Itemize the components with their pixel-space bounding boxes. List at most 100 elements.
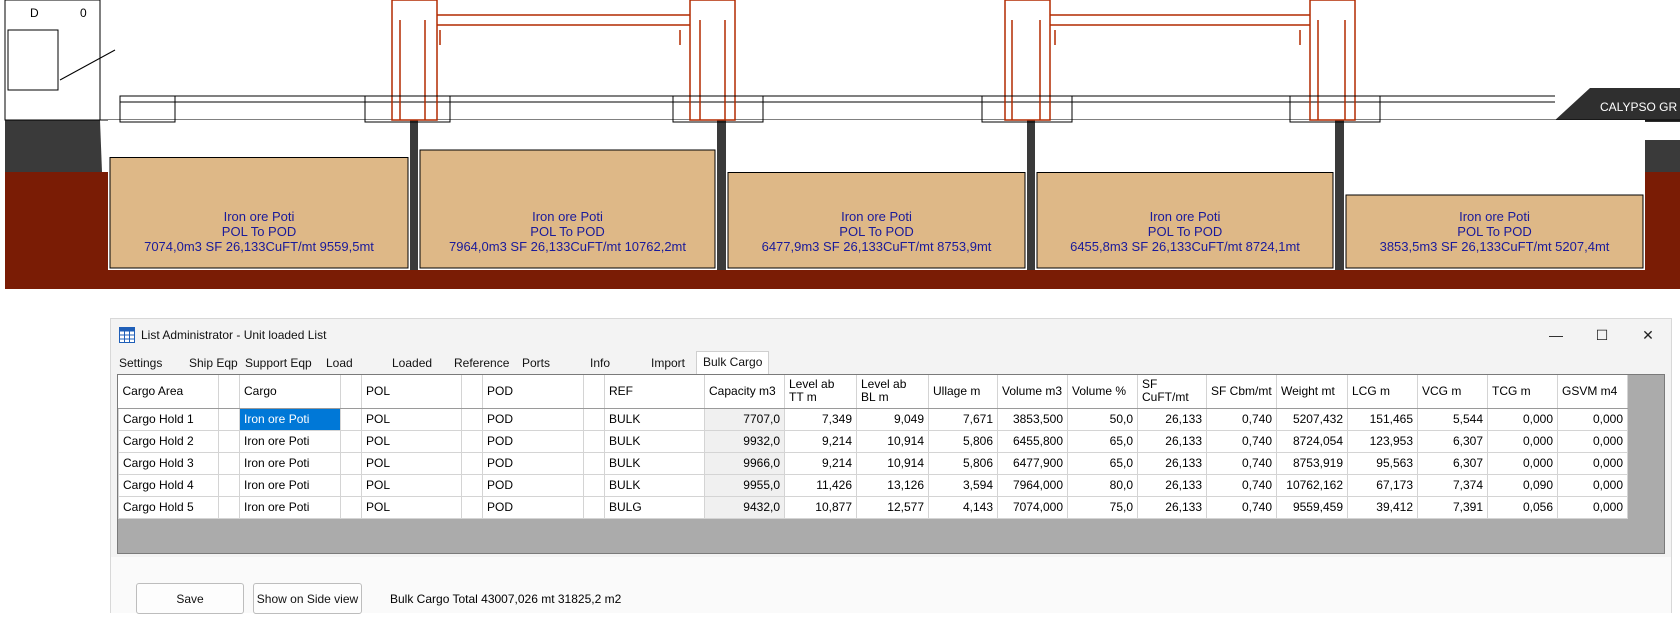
table-cell[interactable]: 26,133 (1137, 451, 1207, 475)
table-cell[interactable]: 9559,459 (1276, 495, 1348, 519)
capacity-cell[interactable]: 7707,0 (704, 407, 785, 431)
column-header[interactable]: SF Cbm/mt (1206, 375, 1277, 409)
cell-dropdown-button[interactable] (583, 473, 605, 497)
table-cell[interactable]: POL (361, 473, 462, 497)
table-cell[interactable]: 67,173 (1347, 473, 1418, 497)
close-button[interactable]: ✕ (1625, 319, 1671, 351)
column-header[interactable]: Level ab TT m (784, 375, 857, 409)
cell-dropdown-button[interactable] (583, 451, 605, 475)
table-cell[interactable]: 0,000 (1487, 429, 1558, 453)
cargo-cell[interactable]: Iron ore Poti (239, 473, 341, 497)
table-cell[interactable]: 4,143 (928, 495, 998, 519)
column-header[interactable]: POL (361, 375, 462, 409)
table-cell[interactable]: POD (482, 429, 584, 453)
table-cell[interactable]: BULK (604, 473, 705, 497)
header-button-column[interactable] (583, 375, 605, 409)
hold-label-4[interactable]: Iron ore Poti POL To POD 6455,8m3 SF 26,… (1035, 209, 1335, 254)
table-cell[interactable]: 8753,919 (1276, 451, 1348, 475)
tab-info[interactable]: Info (584, 353, 616, 373)
column-header[interactable]: Volume % (1067, 375, 1138, 409)
hold-label-5[interactable]: Iron ore Poti POL To POD 3853,5m3 SF 26,… (1344, 209, 1645, 254)
cell-dropdown-button[interactable] (583, 407, 605, 431)
column-header[interactable]: REF (604, 375, 705, 409)
column-header[interactable]: TCG m (1487, 375, 1558, 409)
table-cell[interactable]: 10762,162 (1276, 473, 1348, 497)
cell-dropdown-button[interactable] (340, 495, 362, 519)
table-row[interactable]: Cargo Hold 1 Iron ore Poti POL POD BULK 7707,… (118, 407, 1628, 431)
table-cell[interactable]: 10,914 (856, 429, 929, 453)
table-cell[interactable]: POL (361, 429, 462, 453)
table-cell[interactable]: 95,563 (1347, 451, 1418, 475)
table-cell[interactable]: POD (482, 473, 584, 497)
table-cell[interactable]: 7,349 (784, 407, 857, 431)
table-cell[interactable]: 6477,900 (997, 451, 1068, 475)
cargo-cell[interactable]: Iron ore Poti (239, 451, 341, 475)
table-cell[interactable]: 0,000 (1487, 451, 1558, 475)
cell-dropdown-button[interactable] (218, 407, 240, 431)
cell-dropdown-button[interactable] (218, 451, 240, 475)
table-cell[interactable]: 39,412 (1347, 495, 1418, 519)
cell-dropdown-button[interactable] (461, 429, 483, 453)
capacity-cell[interactable]: 9966,0 (704, 451, 785, 475)
cargo-area-cell[interactable]: Cargo Hold 4 (118, 473, 219, 497)
table-cell[interactable]: 6,307 (1417, 429, 1488, 453)
column-header[interactable]: POD (482, 375, 584, 409)
table-cell[interactable]: 7964,000 (997, 473, 1068, 497)
save-button[interactable]: Save (136, 583, 244, 614)
cargo-area-cell[interactable]: Cargo Hold 2 (118, 429, 219, 453)
table-row[interactable]: Cargo Hold 2 Iron ore Poti POL POD BULK 9932,… (118, 429, 1628, 453)
cell-dropdown-button[interactable] (461, 407, 483, 431)
table-cell[interactable]: 5207,432 (1276, 407, 1348, 431)
header-button-column[interactable] (218, 375, 240, 409)
cell-dropdown-button[interactable] (461, 495, 483, 519)
column-header[interactable]: Capacity m3 (704, 375, 785, 409)
table-cell[interactable]: POL (361, 451, 462, 475)
table-cell[interactable]: 50,0 (1067, 407, 1138, 431)
cell-dropdown-button[interactable] (218, 429, 240, 453)
cell-dropdown-button[interactable] (461, 451, 483, 475)
table-cell[interactable]: 8724,054 (1276, 429, 1348, 453)
column-header[interactable]: Volume m3 (997, 375, 1068, 409)
table-cell[interactable]: 65,0 (1067, 451, 1138, 475)
table-cell[interactable]: 7,671 (928, 407, 998, 431)
table-cell[interactable]: 3,594 (928, 473, 998, 497)
cell-dropdown-button[interactable] (340, 451, 362, 475)
table-cell[interactable]: 7,391 (1417, 495, 1488, 519)
column-header[interactable]: SF CuFT/mt (1137, 375, 1207, 409)
show-on-side-view-button[interactable]: Show on Side view (253, 583, 362, 614)
column-header[interactable]: LCG m (1347, 375, 1418, 409)
table-cell[interactable]: 0,000 (1557, 473, 1628, 497)
maximize-button[interactable]: ☐ (1579, 319, 1625, 351)
hold-label-3[interactable]: Iron ore Poti POL To POD 6477,9m3 SF 26,… (726, 209, 1027, 254)
cargo-area-cell[interactable]: Cargo Hold 5 (118, 495, 219, 519)
table-cell[interactable]: 0,056 (1487, 495, 1558, 519)
table-cell[interactable]: 9,214 (784, 451, 857, 475)
table-row[interactable]: Cargo Hold 3 Iron ore Poti POL POD BULK 9966,… (118, 451, 1628, 475)
cell-dropdown-button[interactable] (218, 473, 240, 497)
cargo-area-cell[interactable]: Cargo Hold 1 (118, 407, 219, 431)
table-cell[interactable]: 0,740 (1206, 451, 1277, 475)
cargo-cell[interactable]: Iron ore Poti (239, 407, 341, 431)
tab-load[interactable]: Load (320, 353, 359, 373)
table-cell[interactable]: 123,953 (1347, 429, 1418, 453)
table-cell[interactable]: POD (482, 451, 584, 475)
table-cell[interactable]: 9,214 (784, 429, 857, 453)
column-header[interactable]: Weight mt (1276, 375, 1348, 409)
tab-ship-eqp[interactable]: Ship Eqp (183, 353, 244, 373)
table-cell[interactable]: 0,090 (1487, 473, 1558, 497)
table-cell[interactable]: 0,740 (1206, 495, 1277, 519)
header-button-column[interactable] (461, 375, 483, 409)
tab-reference[interactable]: Reference (448, 353, 515, 373)
tab-loaded[interactable]: Loaded (386, 353, 438, 373)
table-row[interactable]: Cargo Hold 5 Iron ore Poti POL POD BULG 9432,… (118, 495, 1628, 519)
table-cell[interactable]: 6,307 (1417, 451, 1488, 475)
table-cell[interactable]: 0,740 (1206, 429, 1277, 453)
table-cell[interactable]: 13,126 (856, 473, 929, 497)
capacity-cell[interactable]: 9932,0 (704, 429, 785, 453)
table-cell[interactable]: 0,000 (1557, 495, 1628, 519)
cell-dropdown-button[interactable] (340, 429, 362, 453)
table-cell[interactable]: 10,914 (856, 451, 929, 475)
cell-dropdown-button[interactable] (583, 495, 605, 519)
table-cell[interactable]: 26,133 (1137, 429, 1207, 453)
table-cell[interactable]: 10,877 (784, 495, 857, 519)
